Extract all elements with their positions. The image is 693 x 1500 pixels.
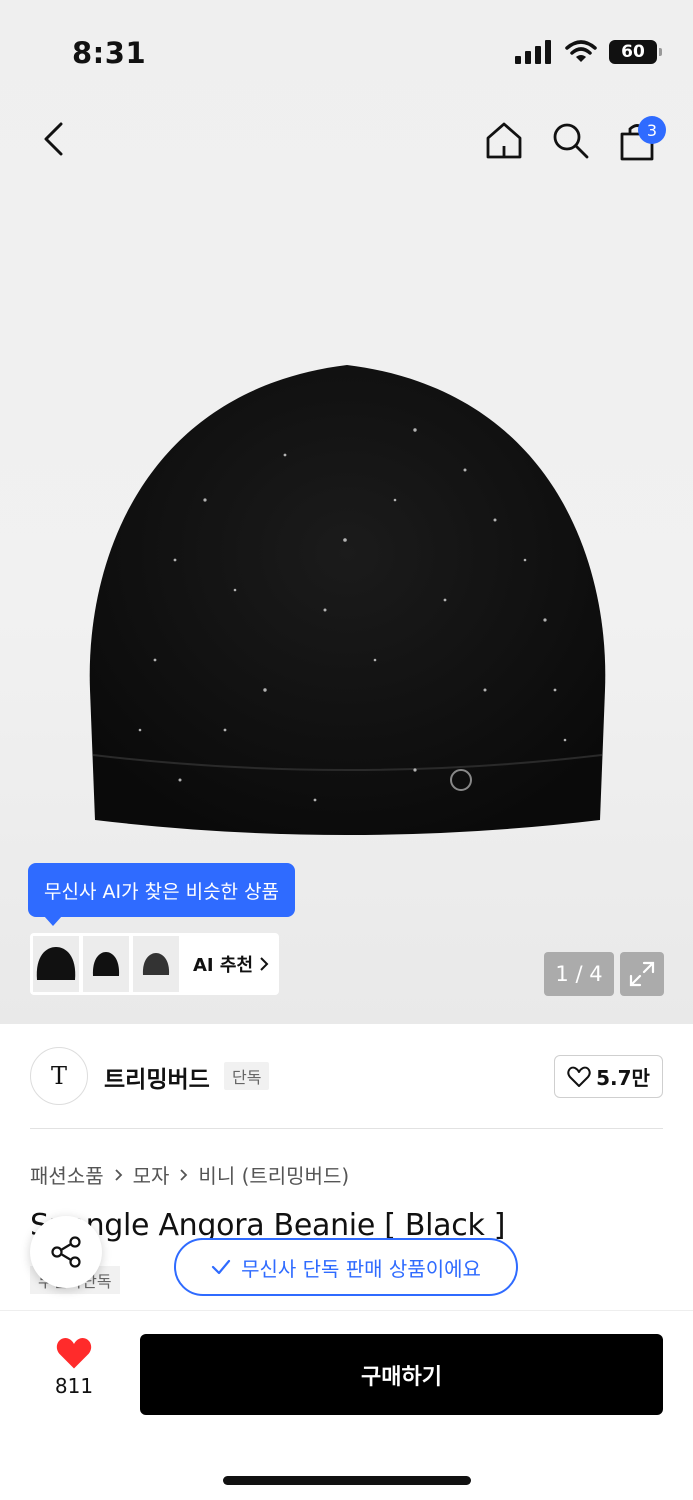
search-icon (553, 123, 589, 159)
beanie-thumbnail-image (142, 953, 170, 975)
chevron-right-icon (180, 1168, 188, 1181)
breadcrumb-item[interactable]: 모자 (133, 1160, 170, 1189)
battery-icon: 60 (609, 40, 662, 64)
chevron-right-icon (260, 957, 269, 971)
divider (30, 1128, 663, 1129)
status-icons: 60 (515, 40, 662, 64)
cart-count-badge: 3 (638, 116, 666, 144)
cart-button[interactable]: 3 (612, 116, 666, 166)
like-count: 811 (54, 1374, 94, 1398)
brand-name[interactable]: 트리밍버드 (104, 1060, 210, 1094)
ai-thumbnail[interactable] (33, 936, 79, 992)
home-button[interactable] (480, 116, 528, 164)
ai-recommend-link[interactable]: AI 추천 (193, 951, 269, 977)
share-icon (51, 1236, 81, 1268)
like-product-button[interactable]: 811 (40, 1336, 108, 1410)
home-indicator (223, 1476, 471, 1485)
wifi-icon (565, 40, 597, 62)
exclusive-notice-text: 무신사 단독 판매 상품이에요 (241, 1256, 481, 1281)
breadcrumb-item[interactable]: 패션소품 (30, 1160, 104, 1189)
brand-like-button[interactable]: 5.7만 (554, 1055, 663, 1098)
search-button[interactable] (546, 116, 594, 164)
ai-recommend-label: AI 추천 (193, 955, 254, 976)
ai-similar-tooltip[interactable]: 무신사 AI가 찾은 비슷한 상품 (28, 863, 296, 926)
breadcrumb-item[interactable]: 비니 (트리밍버드) (198, 1160, 349, 1189)
chevron-right-icon (114, 1168, 122, 1181)
expand-icon (629, 961, 655, 987)
ai-recommend-strip[interactable]: AI 추천 (30, 933, 279, 995)
chevron-left-icon (44, 122, 63, 156)
signal-icon (515, 40, 551, 64)
home-icon (486, 122, 522, 159)
check-icon (211, 1259, 231, 1275)
ai-thumbnail[interactable] (133, 936, 179, 992)
brand-exclusive-tag: 단독 (224, 1062, 270, 1090)
brand-like-count: 5.7만 (596, 1066, 650, 1090)
image-page-counter: 1 / 4 (544, 952, 614, 996)
beanie-thumbnail-image (36, 947, 76, 980)
brand-logo[interactable]: T (30, 1047, 88, 1105)
heart-filled-icon (56, 1337, 92, 1369)
expand-image-button[interactable] (620, 952, 664, 996)
beanie-thumbnail-image (92, 952, 120, 976)
ai-thumbnail[interactable] (83, 936, 129, 992)
breadcrumb: 패션소품 모자 비니 (트리밍버드) (30, 1160, 349, 1189)
status-time: 8:31 (72, 36, 147, 70)
heart-outline-icon (567, 1066, 591, 1087)
exclusive-notice-pill[interactable]: 무신사 단독 판매 상품이에요 (174, 1238, 518, 1296)
buy-button[interactable]: 구매하기 (140, 1334, 663, 1415)
product-image[interactable] (85, 360, 610, 850)
share-button[interactable] (30, 1216, 102, 1288)
back-button[interactable] (30, 116, 76, 162)
